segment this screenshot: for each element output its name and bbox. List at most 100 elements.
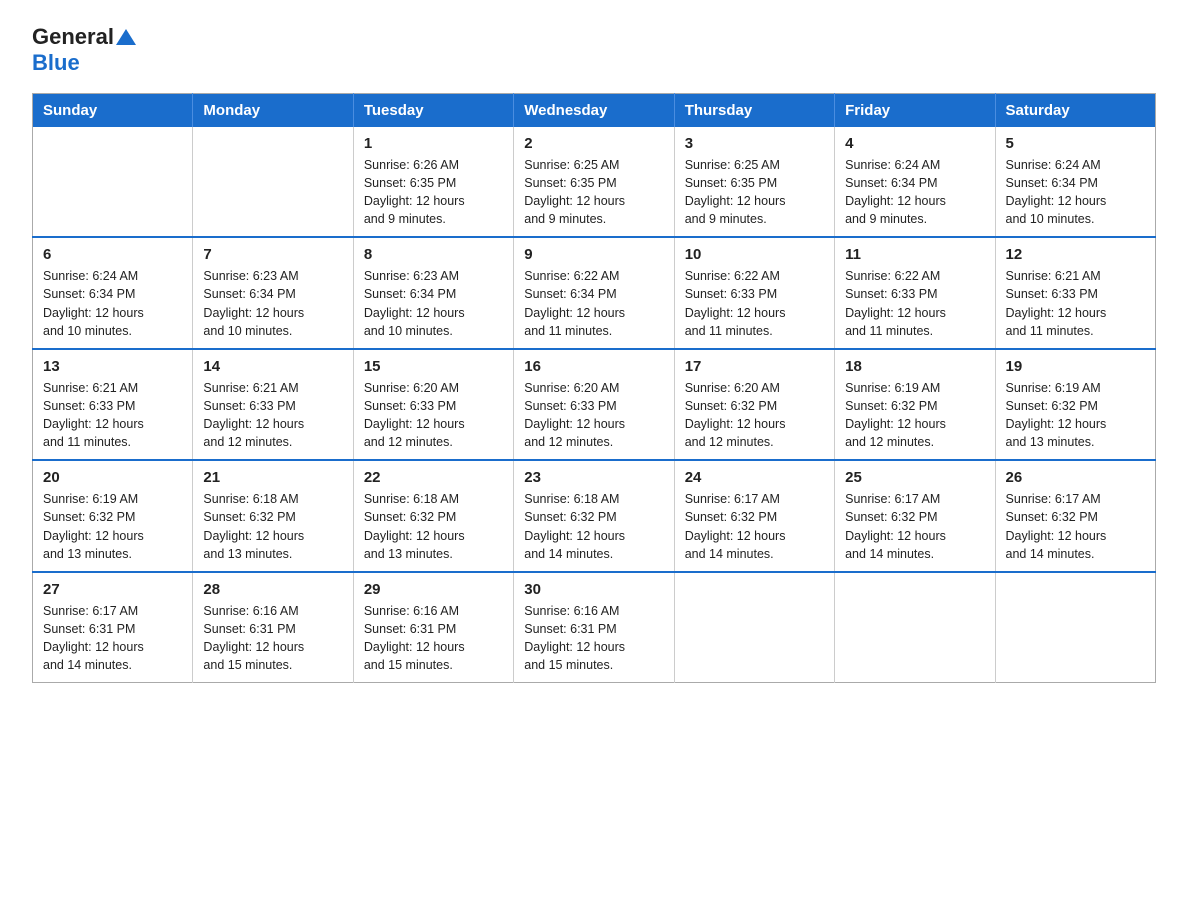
day-number: 10 [685, 246, 824, 263]
day-info: Sunrise: 6:23 AM Sunset: 6:34 PM Dayligh… [364, 267, 503, 340]
day-info: Sunrise: 6:18 AM Sunset: 6:32 PM Dayligh… [524, 490, 663, 563]
calendar-cell: 24Sunrise: 6:17 AM Sunset: 6:32 PM Dayli… [674, 460, 834, 572]
calendar-cell: 21 Sunrise: 6:18 AM Sunset: 6:32 PM Dayli… [193, 460, 353, 572]
day-info: Sunrise: 6:25 AM Sunset: 6:35 PM Dayligh… [685, 156, 824, 229]
day-info: Sunrise: 6:19 AM Sunset: 6:32 PM Dayligh… [43, 490, 182, 563]
day-number: 14 [203, 358, 342, 375]
day-info: Sunrise: 6:24 AM Sunset: 6:34 PM Dayligh… [1006, 156, 1145, 229]
day-number: 18 [845, 358, 984, 375]
calendar-cell: 2 Sunrise: 6:25 AM Sunset: 6:35 PM Daylig… [514, 127, 674, 238]
calendar-cell: 11Sunrise: 6:22 AM Sunset: 6:33 PM Dayli… [835, 237, 995, 349]
day-number: 15 [364, 358, 503, 375]
calendar-cell [995, 572, 1155, 683]
day-info: Sunrise: 6:25 AM Sunset: 6:35 PM Dayligh… [524, 156, 663, 229]
calendar-day-header: Saturday [995, 93, 1155, 127]
day-number: 12 [1006, 246, 1145, 263]
day-number: 27 [43, 581, 182, 598]
day-info: Sunrise: 6:19 AM Sunset: 6:32 PM Dayligh… [845, 379, 984, 452]
calendar-cell: 15 Sunrise: 6:20 AM Sunset: 6:33 PM Dayli… [353, 349, 513, 461]
logo-triangle-icon [116, 27, 136, 47]
day-info: Sunrise: 6:21 AM Sunset: 6:33 PM Dayligh… [43, 379, 182, 452]
day-number: 13 [43, 358, 182, 375]
day-number: 2 [524, 135, 663, 152]
calendar-cell [33, 127, 193, 238]
day-number: 30 [524, 581, 663, 598]
calendar-cell: 12 Sunrise: 6:21 AM Sunset: 6:33 PM Dayli… [995, 237, 1155, 349]
calendar-cell: 29 Sunrise: 6:16 AM Sunset: 6:31 PM Dayli… [353, 572, 513, 683]
calendar-cell: 20Sunrise: 6:19 AM Sunset: 6:32 PM Dayli… [33, 460, 193, 572]
day-number: 9 [524, 246, 663, 263]
calendar-day-header: Thursday [674, 93, 834, 127]
calendar-week-row: 1 Sunrise: 6:26 AM Sunset: 6:35 PM Daylig… [33, 127, 1156, 238]
day-number: 16 [524, 358, 663, 375]
calendar-cell: 7 Sunrise: 6:23 AM Sunset: 6:34 PM Daylig… [193, 237, 353, 349]
day-number: 25 [845, 469, 984, 486]
calendar-cell [835, 572, 995, 683]
day-number: 7 [203, 246, 342, 263]
day-info: Sunrise: 6:24 AM Sunset: 6:34 PM Dayligh… [43, 267, 182, 340]
day-number: 3 [685, 135, 824, 152]
day-info: Sunrise: 6:22 AM Sunset: 6:33 PM Dayligh… [685, 267, 824, 340]
calendar-cell [674, 572, 834, 683]
day-number: 17 [685, 358, 824, 375]
calendar-cell: 10 Sunrise: 6:22 AM Sunset: 6:33 PM Dayli… [674, 237, 834, 349]
calendar-cell: 22 Sunrise: 6:18 AM Sunset: 6:32 PM Dayli… [353, 460, 513, 572]
day-info: Sunrise: 6:17 AM Sunset: 6:31 PM Dayligh… [43, 602, 182, 675]
calendar-cell: 28 Sunrise: 6:16 AM Sunset: 6:31 PM Dayli… [193, 572, 353, 683]
day-number: 11 [845, 246, 984, 263]
calendar-cell: 25Sunrise: 6:17 AM Sunset: 6:32 PM Dayli… [835, 460, 995, 572]
day-info: Sunrise: 6:16 AM Sunset: 6:31 PM Dayligh… [203, 602, 342, 675]
calendar-week-row: 20Sunrise: 6:19 AM Sunset: 6:32 PM Dayli… [33, 460, 1156, 572]
day-number: 28 [203, 581, 342, 598]
calendar-table: SundayMondayTuesdayWednesdayThursdayFrid… [32, 93, 1156, 684]
day-number: 5 [1006, 135, 1145, 152]
day-info: Sunrise: 6:16 AM Sunset: 6:31 PM Dayligh… [524, 602, 663, 675]
calendar-cell [193, 127, 353, 238]
day-info: Sunrise: 6:20 AM Sunset: 6:33 PM Dayligh… [364, 379, 503, 452]
day-number: 22 [364, 469, 503, 486]
day-info: Sunrise: 6:20 AM Sunset: 6:33 PM Dayligh… [524, 379, 663, 452]
day-number: 21 [203, 469, 342, 486]
calendar-cell: 13 Sunrise: 6:21 AM Sunset: 6:33 PM Dayli… [33, 349, 193, 461]
calendar-week-row: 6 Sunrise: 6:24 AM Sunset: 6:34 PM Daylig… [33, 237, 1156, 349]
day-info: Sunrise: 6:18 AM Sunset: 6:32 PM Dayligh… [203, 490, 342, 563]
day-number: 8 [364, 246, 503, 263]
calendar-day-header: Friday [835, 93, 995, 127]
day-info: Sunrise: 6:17 AM Sunset: 6:32 PM Dayligh… [685, 490, 824, 563]
day-info: Sunrise: 6:22 AM Sunset: 6:34 PM Dayligh… [524, 267, 663, 340]
day-info: Sunrise: 6:23 AM Sunset: 6:34 PM Dayligh… [203, 267, 342, 340]
calendar-cell: 8 Sunrise: 6:23 AM Sunset: 6:34 PM Daylig… [353, 237, 513, 349]
calendar-cell: 6 Sunrise: 6:24 AM Sunset: 6:34 PM Daylig… [33, 237, 193, 349]
day-info: Sunrise: 6:21 AM Sunset: 6:33 PM Dayligh… [203, 379, 342, 452]
day-info: Sunrise: 6:24 AM Sunset: 6:34 PM Dayligh… [845, 156, 984, 229]
day-info: Sunrise: 6:16 AM Sunset: 6:31 PM Dayligh… [364, 602, 503, 675]
day-number: 19 [1006, 358, 1145, 375]
day-info: Sunrise: 6:17 AM Sunset: 6:32 PM Dayligh… [1006, 490, 1145, 563]
calendar-cell: 16 Sunrise: 6:20 AM Sunset: 6:33 PM Dayli… [514, 349, 674, 461]
calendar-week-row: 27 Sunrise: 6:17 AM Sunset: 6:31 PM Dayli… [33, 572, 1156, 683]
calendar-header-row: SundayMondayTuesdayWednesdayThursdayFrid… [33, 93, 1156, 127]
day-info: Sunrise: 6:21 AM Sunset: 6:33 PM Dayligh… [1006, 267, 1145, 340]
calendar-cell: 17Sunrise: 6:20 AM Sunset: 6:32 PM Dayli… [674, 349, 834, 461]
day-number: 1 [364, 135, 503, 152]
day-info: Sunrise: 6:26 AM Sunset: 6:35 PM Dayligh… [364, 156, 503, 229]
day-number: 29 [364, 581, 503, 598]
calendar-cell: 23 Sunrise: 6:18 AM Sunset: 6:32 PM Dayli… [514, 460, 674, 572]
page-header: General Blue [32, 24, 1156, 77]
calendar-cell: 4Sunrise: 6:24 AM Sunset: 6:34 PM Daylig… [835, 127, 995, 238]
calendar-week-row: 13 Sunrise: 6:21 AM Sunset: 6:33 PM Dayli… [33, 349, 1156, 461]
calendar-cell: 30 Sunrise: 6:16 AM Sunset: 6:31 PM Dayli… [514, 572, 674, 683]
day-info: Sunrise: 6:18 AM Sunset: 6:32 PM Dayligh… [364, 490, 503, 563]
calendar-cell: 26Sunrise: 6:17 AM Sunset: 6:32 PM Dayli… [995, 460, 1155, 572]
logo-general-text: General [32, 24, 114, 50]
day-number: 6 [43, 246, 182, 263]
calendar-cell: 14 Sunrise: 6:21 AM Sunset: 6:33 PM Dayli… [193, 349, 353, 461]
day-number: 23 [524, 469, 663, 486]
calendar-day-header: Tuesday [353, 93, 513, 127]
calendar-day-header: Wednesday [514, 93, 674, 127]
calendar-cell: 9 Sunrise: 6:22 AM Sunset: 6:34 PM Daylig… [514, 237, 674, 349]
calendar-cell: 5 Sunrise: 6:24 AM Sunset: 6:34 PM Daylig… [995, 127, 1155, 238]
calendar-cell: 18 Sunrise: 6:19 AM Sunset: 6:32 PM Dayli… [835, 349, 995, 461]
calendar-cell: 19Sunrise: 6:19 AM Sunset: 6:32 PM Dayli… [995, 349, 1155, 461]
calendar-day-header: Monday [193, 93, 353, 127]
